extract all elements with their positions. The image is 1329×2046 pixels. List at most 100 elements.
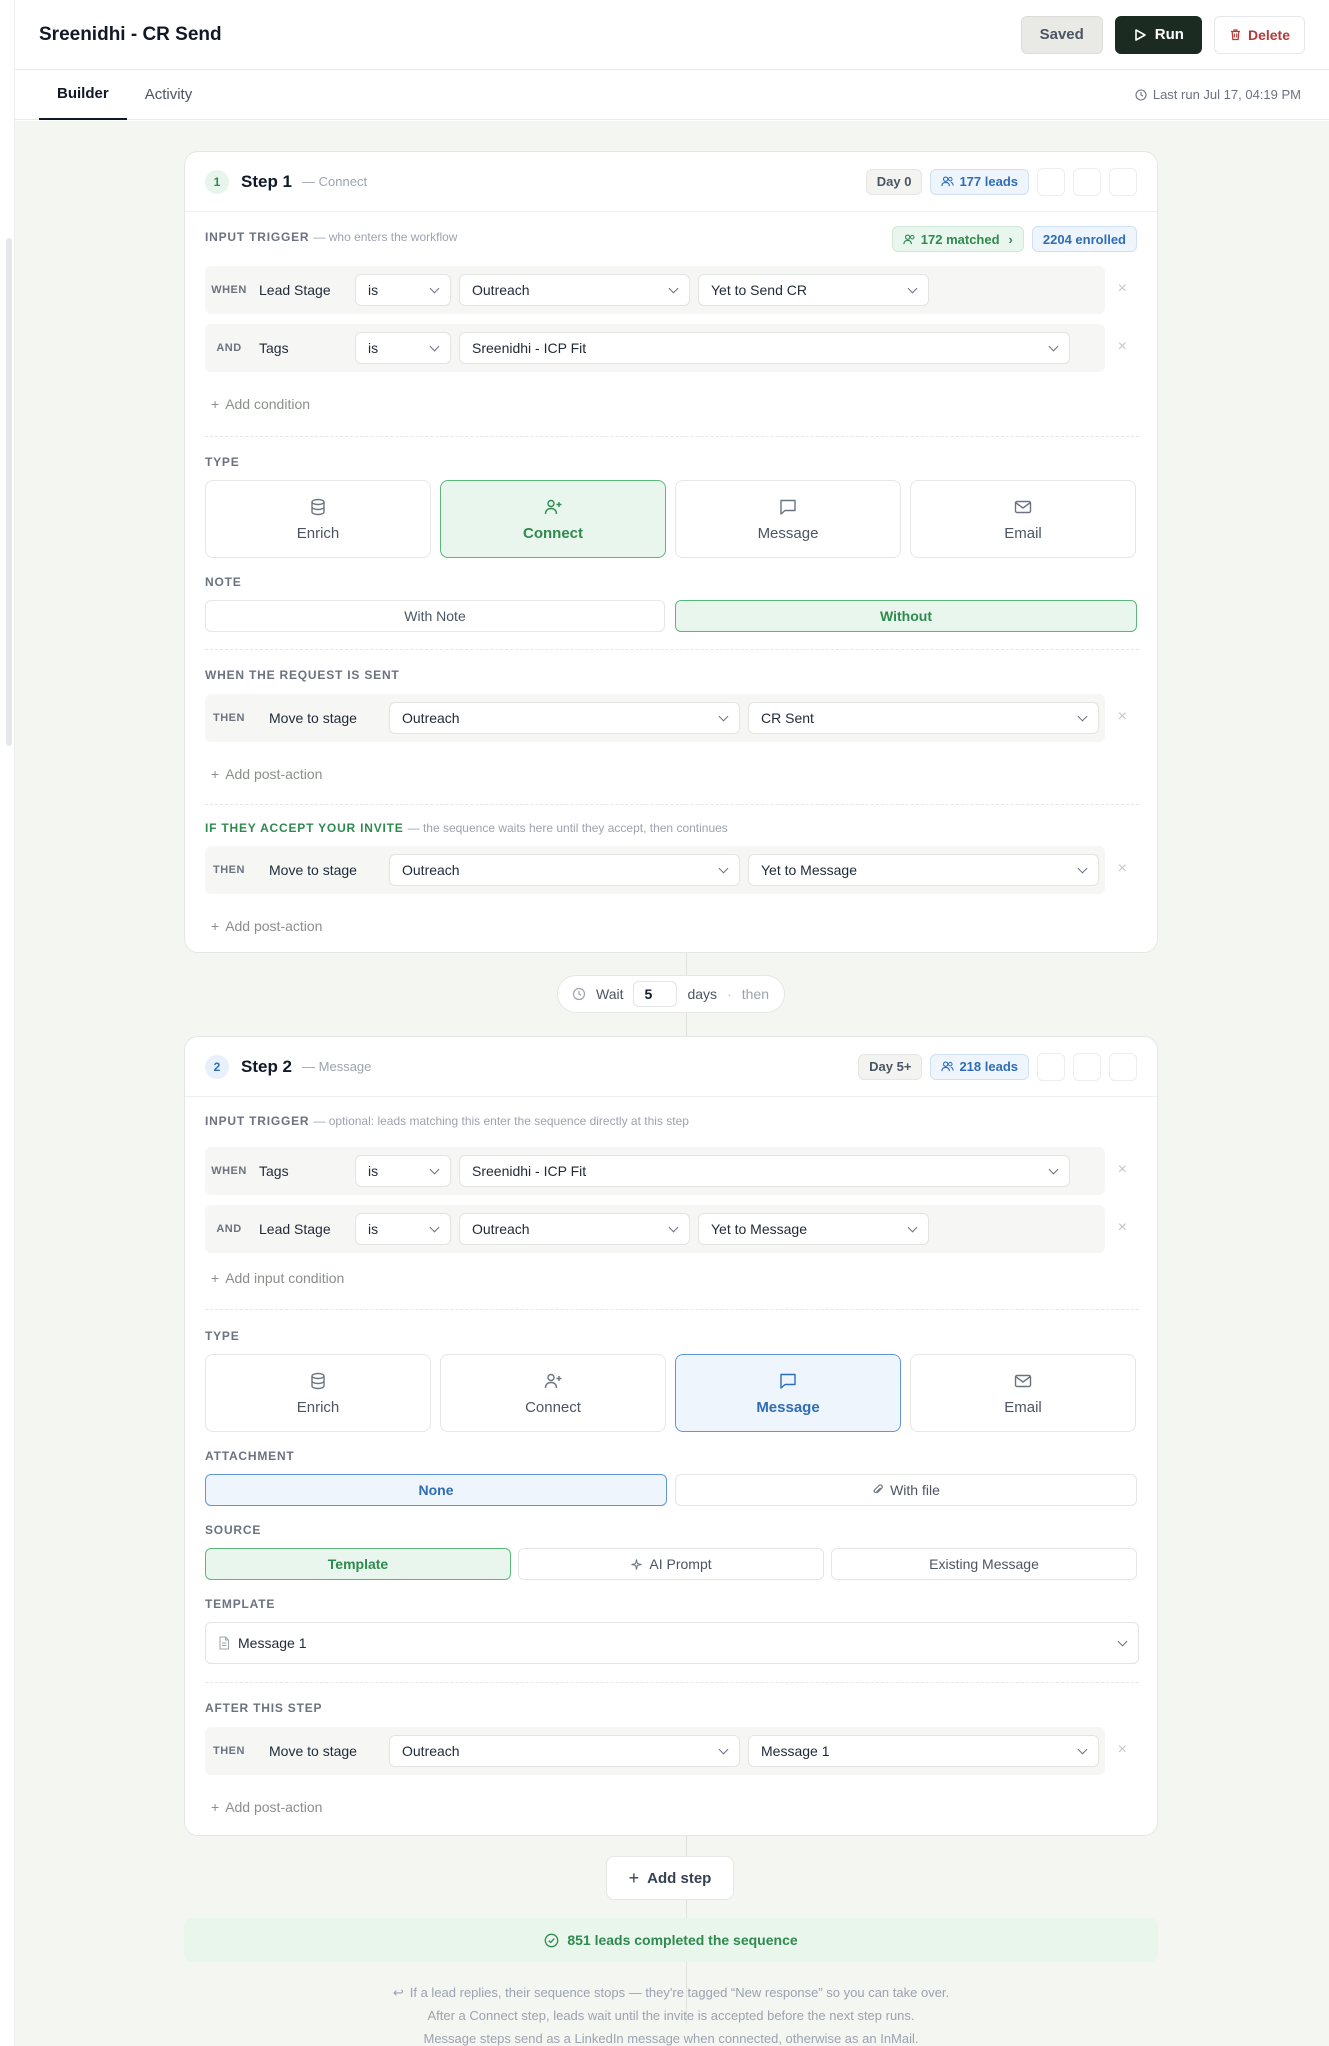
move-up-button[interactable] bbox=[1037, 167, 1065, 196]
action-type: Move to stage bbox=[269, 710, 357, 726]
tab-builder[interactable]: Builder bbox=[39, 70, 127, 120]
wait-then: then bbox=[741, 986, 769, 1002]
remove-condition-icon[interactable]: × bbox=[1118, 1161, 1127, 1179]
add-input-condition-link[interactable]: + Add input condition bbox=[211, 1270, 344, 1286]
chevron-down-icon bbox=[718, 1744, 729, 1754]
source-template[interactable]: Template bbox=[205, 1548, 511, 1580]
condition-field: Lead Stage bbox=[259, 1221, 331, 1237]
chevron-down-icon bbox=[668, 283, 679, 293]
attachment-with-file[interactable]: With file bbox=[675, 1474, 1137, 1506]
type-message[interactable]: Message bbox=[675, 480, 901, 558]
remove-action-icon[interactable]: × bbox=[1118, 708, 1127, 726]
leads-badge[interactable]: 218 leads bbox=[930, 1053, 1029, 1080]
add-post-action-label: Add post-action bbox=[225, 918, 323, 934]
remove-step-button[interactable] bbox=[1109, 1052, 1137, 1081]
value-text: Yet to Message bbox=[761, 862, 857, 878]
post-action-row: THEN Move to stage Outreach Yet to Messa… bbox=[205, 846, 1127, 894]
mail-icon bbox=[1013, 497, 1033, 517]
chevron-down-icon bbox=[429, 341, 440, 351]
condition-row: WHEN Tags is Sreenidhi - ICP Fit × bbox=[205, 1147, 1127, 1195]
type-label-text: Message bbox=[756, 1398, 820, 1416]
users-icon bbox=[941, 175, 955, 188]
wait-days-input[interactable]: 5 bbox=[633, 981, 678, 1007]
type-enrich[interactable]: Enrich bbox=[205, 480, 431, 558]
value-select[interactable]: Outreach bbox=[459, 1213, 690, 1245]
step-subtitle: — Message bbox=[302, 1059, 372, 1074]
pipeline-select[interactable]: Outreach bbox=[389, 702, 740, 734]
move-down-button[interactable] bbox=[1073, 167, 1101, 196]
value-select[interactable]: Yet to Send CR bbox=[698, 274, 929, 306]
remove-step-button[interactable] bbox=[1109, 167, 1137, 196]
source-ai-prompt[interactable]: AI Prompt bbox=[518, 1548, 824, 1580]
add-post-action-link[interactable]: + Add post-action bbox=[211, 918, 322, 934]
operator-value: is bbox=[368, 282, 379, 298]
pipeline-select[interactable]: Outreach bbox=[389, 1735, 740, 1767]
users-icon bbox=[941, 1060, 955, 1073]
source-existing-message[interactable]: Existing Message bbox=[831, 1548, 1137, 1580]
stage-select[interactable]: Message 1 bbox=[748, 1735, 1099, 1767]
matched-badge[interactable]: 172 matched › bbox=[891, 226, 1024, 252]
user-plus-icon bbox=[543, 1371, 563, 1391]
template-select[interactable]: Message 1 bbox=[205, 1622, 1139, 1664]
type-enrich[interactable]: Enrich bbox=[205, 1354, 431, 1432]
move-down-button[interactable] bbox=[1073, 1052, 1101, 1081]
sidebar-scrollbar[interactable] bbox=[6, 238, 12, 746]
type-email[interactable]: Email bbox=[910, 480, 1136, 558]
type-email[interactable]: Email bbox=[910, 1354, 1136, 1432]
value-select[interactable]: Sreenidhi - ICP Fit bbox=[459, 1155, 1070, 1187]
type-connect[interactable]: Connect bbox=[440, 1354, 666, 1432]
delete-label: Delete bbox=[1247, 26, 1290, 43]
tab-activity[interactable]: Activity bbox=[127, 70, 211, 120]
value-text: Yet to Send CR bbox=[711, 282, 807, 298]
add-step-button[interactable]: + Add step bbox=[606, 1856, 734, 1900]
pipeline-select[interactable]: Outreach bbox=[389, 854, 740, 886]
database-icon bbox=[308, 497, 328, 517]
remove-condition-icon[interactable]: × bbox=[1118, 338, 1127, 356]
condition-keyword: WHEN bbox=[211, 284, 247, 296]
operator-select[interactable]: is bbox=[355, 274, 451, 306]
plus-icon: + bbox=[628, 1867, 640, 1888]
operator-select[interactable]: is bbox=[355, 332, 451, 364]
note-with-note[interactable]: With Note bbox=[205, 600, 665, 632]
wait-unit: days bbox=[687, 986, 718, 1002]
run-button[interactable]: Run bbox=[1114, 15, 1202, 54]
remove-action-icon[interactable]: × bbox=[1118, 1741, 1127, 1759]
attachment-none[interactable]: None bbox=[205, 1474, 667, 1506]
last-run-text: Last run Jul 17, 04:19 PM bbox=[1152, 87, 1301, 102]
value-text: Sreenidhi - ICP Fit bbox=[472, 1163, 587, 1179]
saved-button[interactable]: Saved bbox=[1020, 15, 1103, 54]
move-up-button[interactable] bbox=[1037, 1052, 1065, 1081]
add-post-action-link[interactable]: + Add post-action bbox=[211, 766, 322, 782]
stage-select[interactable]: Yet to Message bbox=[748, 854, 1099, 886]
input-trigger-hint: — who enters the workflow bbox=[313, 230, 458, 244]
type-connect[interactable]: Connect bbox=[440, 480, 666, 558]
step-1-card: 1 Step 1 — Connect Day 0 177 leads INPUT… bbox=[184, 151, 1158, 953]
value-text: Outreach bbox=[402, 710, 460, 726]
delete-button[interactable]: Delete bbox=[1213, 15, 1305, 54]
message-icon bbox=[778, 497, 798, 517]
value-select[interactable]: Sreenidhi - ICP Fit bbox=[459, 332, 1070, 364]
note-without[interactable]: Without bbox=[675, 600, 1137, 632]
value-select[interactable]: Yet to Message bbox=[698, 1213, 929, 1245]
operator-select[interactable]: is bbox=[355, 1213, 451, 1245]
remove-condition-icon[interactable]: × bbox=[1118, 1219, 1127, 1237]
value-text: CR Sent bbox=[761, 710, 814, 726]
condition-field: Lead Stage bbox=[259, 282, 331, 298]
remove-condition-icon[interactable]: × bbox=[1118, 280, 1127, 298]
remove-action-icon[interactable]: × bbox=[1118, 860, 1127, 878]
plus-icon: + bbox=[211, 918, 220, 934]
post-action-row: THEN Move to stage Outreach CR Sent × bbox=[205, 694, 1127, 742]
type-message[interactable]: Message bbox=[675, 1354, 901, 1432]
action-type: Move to stage bbox=[269, 1743, 357, 1759]
add-condition-link[interactable]: + Add condition bbox=[211, 396, 310, 412]
operator-select[interactable]: is bbox=[355, 1155, 451, 1187]
enrolled-badge: 2204 enrolled bbox=[1031, 226, 1137, 252]
add-post-action-link[interactable]: + Add post-action bbox=[211, 1799, 322, 1815]
leads-badge[interactable]: 177 leads bbox=[930, 168, 1029, 195]
chevron-down-icon bbox=[1077, 863, 1088, 873]
value-select[interactable]: Outreach bbox=[459, 274, 690, 306]
footnote-line: ↩ If a lead replies, their sequence stops… bbox=[184, 1985, 1158, 2001]
stage-select[interactable]: CR Sent bbox=[748, 702, 1099, 734]
type-label: TYPE bbox=[205, 455, 240, 469]
accept-invite-label: IF THEY ACCEPT YOUR INVITE — the sequence… bbox=[205, 821, 728, 835]
